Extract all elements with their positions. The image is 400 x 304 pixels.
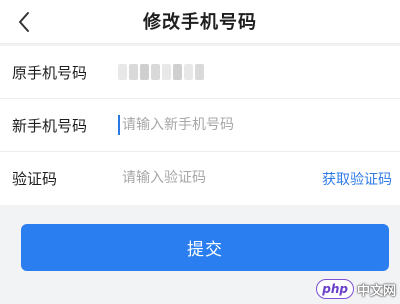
verify-code-input[interactable] xyxy=(118,164,318,192)
submit-button[interactable]: 提交 xyxy=(21,224,389,271)
original-phone-value-blurred xyxy=(118,64,204,80)
top-nav-bar: 修改手机号码 xyxy=(0,0,400,44)
new-phone-row: 新手机号码 xyxy=(0,99,400,152)
watermark-logo: php xyxy=(316,279,354,299)
watermark-site-name: 中文网 xyxy=(356,283,396,299)
original-phone-row: 原手机号码 xyxy=(0,46,400,99)
change-phone-page: 修改手机号码 原手机号码 新手机号码 验证码 获取验证码 提交 php 中文网 xyxy=(0,0,400,304)
phone-form: 原手机号码 新手机号码 验证码 获取验证码 xyxy=(0,46,400,205)
verify-code-row: 验证码 获取验证码 xyxy=(0,152,400,205)
verify-code-label: 验证码 xyxy=(12,170,58,188)
get-code-button[interactable]: 获取验证码 xyxy=(322,169,392,189)
original-phone-label: 原手机号码 xyxy=(12,64,88,82)
page-title: 修改手机号码 xyxy=(143,12,257,33)
new-phone-label: 新手机号码 xyxy=(12,117,88,135)
site-watermark: php 中文网 xyxy=(316,277,396,301)
new-phone-input[interactable] xyxy=(118,111,318,139)
